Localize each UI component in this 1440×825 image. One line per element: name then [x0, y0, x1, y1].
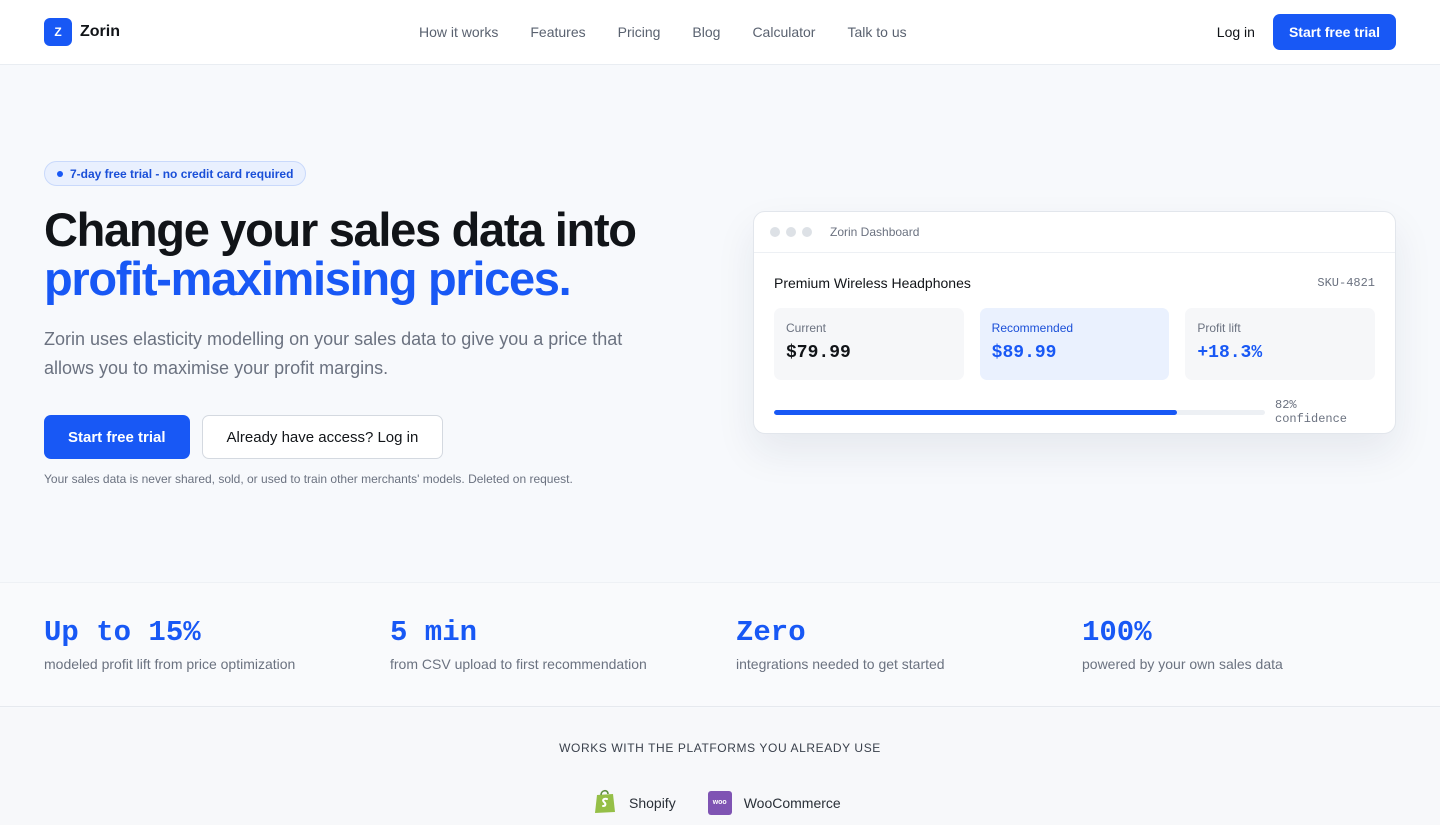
- confidence-text: 82% confidence: [1275, 398, 1348, 426]
- privacy-note: Your sales data is never shared, sold, o…: [44, 472, 573, 486]
- top-nav: Z Zorin How it works Features Pricing Bl…: [0, 0, 1440, 65]
- confidence-bar: [774, 409, 1265, 415]
- trial-badge-text: 7-day free trial - no credit card requir…: [70, 166, 294, 181]
- nav-link-features[interactable]: Features: [530, 24, 585, 40]
- nav-link-blog[interactable]: Blog: [692, 24, 720, 40]
- price-metrics: Current $79.99 Recommended $89.99 Profit…: [774, 308, 1376, 380]
- nav-link-calculator[interactable]: Calculator: [752, 24, 815, 40]
- dashboard-titlebar: Zorin Dashboard: [754, 212, 1395, 253]
- metric-label: Current: [786, 321, 827, 335]
- stat-item: 100% powered by your own sales data: [1082, 616, 1283, 673]
- metric-value: +18.3%: [1197, 343, 1263, 363]
- metric-profit-lift: Profit lift +18.3%: [1185, 308, 1376, 380]
- window-dot-icon: [770, 227, 780, 237]
- headline-line-1: Change your sales data into: [44, 203, 637, 256]
- headline-line-2: profit-maximising prices.: [44, 252, 572, 305]
- nav-link-how-it-works[interactable]: How it works: [419, 24, 498, 40]
- hero-start-trial-button[interactable]: Start free trial: [44, 415, 190, 459]
- brand-name: Zorin: [80, 23, 120, 40]
- stat-value: Zero: [736, 616, 806, 649]
- badge-dot-icon: [57, 170, 63, 177]
- stat-value: Up to 15%: [44, 616, 201, 649]
- hero-buttons: Start free trial Already have access? Lo…: [44, 415, 704, 459]
- nav-link-pricing[interactable]: Pricing: [618, 24, 661, 40]
- trial-badge: 7-day free trial - no credit card requir…: [44, 161, 307, 186]
- hero-login-button[interactable]: Already have access? Log in: [201, 415, 444, 459]
- metric-label: Profit lift: [1197, 321, 1241, 335]
- metric-value: $89.99: [991, 343, 1057, 363]
- hero: 7-day free trial - no credit card requir…: [44, 161, 704, 486]
- hero-subhead: Zorin uses elasticity modelling on your …: [44, 329, 623, 378]
- stats-strip: Up to 15% modeled profit lift from price…: [0, 582, 1440, 707]
- platform-name: WooCommerce: [743, 794, 841, 811]
- stat-description: integrations needed to get started: [736, 656, 945, 672]
- stat-description: powered by your own sales data: [1082, 656, 1283, 672]
- platform-name: Shopify: [629, 794, 676, 811]
- window-dot-icon: [802, 227, 812, 237]
- platform-shopify: Shopify: [593, 788, 676, 817]
- nav-link-talk-to-us[interactable]: Talk to us: [847, 24, 906, 40]
- window-dot-icon: [786, 227, 796, 237]
- stat-description: modeled profit lift from price optimizat…: [44, 656, 296, 672]
- platforms-section: WORKS WITH THE PLATFORMS YOU ALREADY USE…: [0, 708, 1440, 825]
- stat-value: 5 min: [390, 616, 478, 649]
- brand-logo[interactable]: Z Zorin: [44, 18, 120, 46]
- metric-value: $79.99: [786, 343, 851, 363]
- platforms-title: WORKS WITH THE PLATFORMS YOU ALREADY USE: [559, 741, 881, 755]
- stat-value: 100%: [1082, 616, 1152, 649]
- dashboard-preview: Zorin Dashboard Premium Wireless Headpho…: [753, 211, 1396, 434]
- brand-mark-icon: Z: [44, 18, 72, 46]
- stat-item: 5 min from CSV upload to first recommend…: [390, 616, 647, 673]
- product-sku: SKU-4821: [1317, 276, 1375, 290]
- product-row: Premium Wireless Headphones SKU-4821: [774, 275, 1375, 291]
- woo-icon: woo: [707, 790, 732, 815]
- stat-description: from CSV upload to first recommendation: [390, 656, 647, 672]
- platform-logos: Shopify woo WooCommerce: [593, 788, 841, 817]
- dashboard-title: Zorin Dashboard: [830, 225, 920, 239]
- nav-links: How it works Features Pricing Blog Calcu…: [419, 0, 907, 64]
- shopify-bag-icon: [593, 788, 617, 817]
- metric-current: Current $79.99: [774, 308, 964, 380]
- nav-actions: Log in Start free trial: [1217, 14, 1396, 50]
- nav-start-trial-button[interactable]: Start free trial: [1272, 14, 1396, 50]
- metric-label: Recommended: [991, 321, 1074, 335]
- stat-item: Up to 15% modeled profit lift from price…: [44, 616, 296, 673]
- confidence-bar-fill: [774, 409, 1177, 415]
- confidence-row: 82% confidence: [774, 398, 1375, 426]
- dashboard-body: Premium Wireless Headphones SKU-4821 Cur…: [754, 253, 1395, 426]
- metric-recommended: Recommended $89.99: [979, 308, 1170, 380]
- hero-headline: Change your sales data into profit-maxim…: [44, 205, 704, 303]
- stat-item: Zero integrations needed to get started: [736, 616, 945, 673]
- login-link[interactable]: Log in: [1217, 24, 1255, 40]
- product-name: Premium Wireless Headphones: [774, 275, 971, 291]
- platform-woocommerce: woo WooCommerce: [707, 790, 841, 815]
